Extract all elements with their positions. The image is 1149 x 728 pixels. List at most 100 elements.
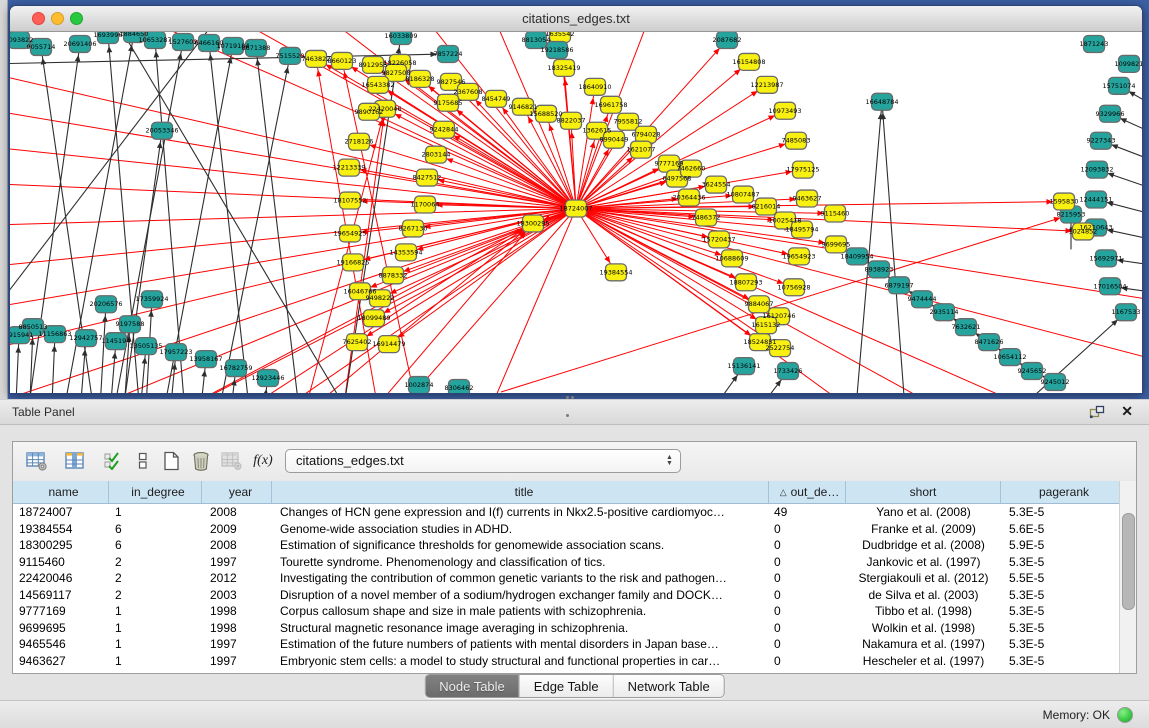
table-cell: 14569117 <box>13 587 109 604</box>
table-row[interactable]: 2242004622012Investigating the contribut… <box>13 570 1120 587</box>
table-row[interactable]: 969969511998Structural magnetic resonanc… <box>13 620 1120 637</box>
graph-node-label: 9474444 <box>908 295 937 303</box>
tab-edge-table[interactable]: Edge Table <box>520 675 614 697</box>
graph-node-label: 9242844 <box>430 126 459 134</box>
column-header-title[interactable]: title <box>272 481 769 503</box>
table-cell: Tibbo et al. (1998) <box>846 603 1001 620</box>
graph-node-label: 1635542 <box>546 32 575 38</box>
graph-node-label: 1170064 <box>411 201 440 209</box>
network-canvas[interactable]: 1093822905571420691406169399618846501065… <box>10 32 1142 393</box>
graph-node-label: 18300295 <box>516 219 549 227</box>
table-row[interactable]: 911546021997Tourette syndrome. Phenomeno… <box>13 554 1120 571</box>
table-cell: 1997 <box>202 653 272 670</box>
graph-node-label: 8660123 <box>328 57 357 65</box>
close-panel-icon[interactable]: ✕ <box>1121 403 1133 420</box>
table-cell: 19384554 <box>13 521 109 538</box>
graph-node-label: 9884067 <box>745 300 774 308</box>
float-panel-icon[interactable] <box>1089 405 1105 419</box>
graph-node-label: 8471626 <box>975 338 1004 346</box>
split-handle[interactable] <box>566 396 580 401</box>
memory-status-label: Memory: OK <box>1043 708 1110 722</box>
table-cell: 6 <box>109 521 202 538</box>
table-selector-dropdown[interactable]: citations_edges.txt ▲▼ <box>285 449 681 473</box>
table-row[interactable]: 1938455462009Genome-wide association stu… <box>13 521 1120 538</box>
network-view-window[interactable]: citations_edges.txt 10938229055714206914… <box>9 5 1143 394</box>
graph-node-label: 1621077 <box>627 146 656 154</box>
graph-node-label: 18640910 <box>578 83 611 91</box>
table-cell: 0 <box>769 636 846 653</box>
table-row[interactable]: 1872400712008Changes of HCN gene express… <box>13 504 1120 521</box>
graph-node-label: 15751074 <box>1102 82 1135 90</box>
table-cell: 2 <box>109 587 202 604</box>
delete-columns-button[interactable] <box>185 446 217 476</box>
graph-node-label: 8990449 <box>600 136 629 144</box>
graph-node-label: 7462660 <box>677 165 706 173</box>
graph-node-label: 18325419 <box>547 64 580 72</box>
table-cell: 0 <box>769 620 846 637</box>
graph-node-label: 16543382 <box>361 81 394 89</box>
column-header-year[interactable]: year <box>202 481 272 503</box>
table-cell: 5.3E-5 <box>1001 653 1120 670</box>
column-header-out_de[interactable]: △out_de… <box>769 481 846 503</box>
table-row[interactable]: 1456911722003Disruption of a novel membe… <box>13 587 1120 604</box>
graph-node-label: 3915941 <box>10 331 33 339</box>
table-cell: 2008 <box>202 537 272 554</box>
graph-node-label: 20053346 <box>145 127 178 135</box>
scrollbar-thumb[interactable] <box>1122 513 1135 610</box>
graph-node-label: 10654112 <box>993 353 1026 361</box>
table-cell: 1 <box>109 653 202 670</box>
table-cell: 2 <box>109 554 202 571</box>
graph-node-label: 12213987 <box>750 81 783 89</box>
graph-node-label: 16648784 <box>865 98 898 106</box>
tab-network-table[interactable]: Network Table <box>614 675 724 697</box>
create-column-button[interactable] <box>155 446 187 476</box>
graph-node-label: 1615132 <box>752 321 781 329</box>
tab-node-table[interactable]: Node Table <box>425 675 520 697</box>
select-rows-button[interactable] <box>97 446 129 476</box>
graph-node-label: 1024852 <box>1069 227 1098 235</box>
table-cell: 0 <box>769 537 846 554</box>
table-cell: 2012 <box>202 570 272 587</box>
new-document-icon <box>163 451 180 471</box>
table-panel-body: f(x) citations_edges.txt ▲▼ namein_degre… <box>12 441 1137 674</box>
graph-node-label: 1167533 <box>1112 308 1141 316</box>
column-header-pagerank[interactable]: pagerank <box>1001 481 1120 503</box>
table-cell: 18300295 <box>13 537 109 554</box>
network-window-titlebar[interactable]: citations_edges.txt <box>10 6 1142 32</box>
graph-node-label: 1362615 <box>583 127 612 135</box>
table-row[interactable]: 946554611997Estimation of the future num… <box>13 636 1120 653</box>
show-columns-button[interactable] <box>59 446 91 476</box>
graph-node-label: 3624554 <box>702 181 731 189</box>
table-cell: 1998 <box>202 603 272 620</box>
table-cell: Franke et al. (2009) <box>846 521 1001 538</box>
function-builder-button[interactable]: f(x) <box>247 446 279 476</box>
table-panel-header: Table Panel ✕ <box>0 399 1149 425</box>
vertical-scrollbar[interactable] <box>1119 481 1136 673</box>
table-toolbar: f(x) citations_edges.txt ▲▼ <box>13 442 1136 482</box>
column-header-short[interactable]: short <box>846 481 1001 503</box>
table-cell: Estimation of the future numbers of pati… <box>272 636 769 653</box>
graph-node-label: 9055714 <box>27 43 56 51</box>
table-row[interactable]: 977716911998Corpus callosum shape and si… <box>13 603 1120 620</box>
table-cell: Nakamura et al. (1997) <box>846 636 1001 653</box>
table-cell: 2003 <box>202 587 272 604</box>
graph-node-label: 20206576 <box>89 300 122 308</box>
column-header-in_degree[interactable]: in_degree <box>109 481 202 503</box>
desktop-background: citations_edges.txt 10938229055714206914… <box>0 0 1149 399</box>
graph-node-label: 1145194 <box>102 337 131 345</box>
graph-node-label: 18226058 <box>383 59 416 67</box>
table-settings-button[interactable] <box>21 446 53 476</box>
table-cell: 5.3E-5 <box>1001 504 1120 521</box>
table-cell: de Silva et al. (2003) <box>846 587 1001 604</box>
graph-node-label: 12923446 <box>251 374 284 382</box>
column-header-name[interactable]: name <box>13 481 109 503</box>
table-row[interactable]: 946362711997Embryonic stem cells: a mode… <box>13 653 1120 670</box>
show-columns-icon <box>65 452 85 470</box>
graph-node-label: 7486372 <box>692 213 721 221</box>
table-row[interactable]: 1830029562008Estimation of significance … <box>13 537 1120 554</box>
graph-node-label: 8822037 <box>557 117 586 125</box>
graph-node-label: 18495794 <box>785 225 818 233</box>
table-cell: 0 <box>769 603 846 620</box>
graph-node-label: 8306462 <box>445 384 474 392</box>
graph-node-label: 18724007 <box>559 205 592 213</box>
